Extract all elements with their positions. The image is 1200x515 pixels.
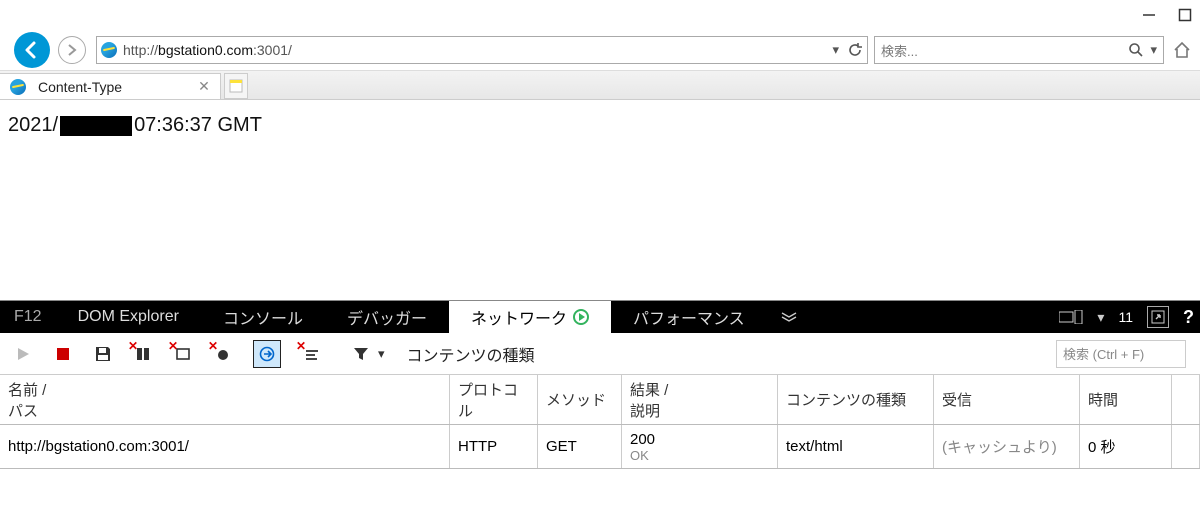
col-header-name[interactable]: 名前 / パス: [0, 375, 450, 424]
tab-network[interactable]: ネットワーク: [449, 301, 611, 333]
cell-rest: [1172, 425, 1200, 468]
emulation-icon[interactable]: [1059, 310, 1083, 324]
minimize-button[interactable]: [1142, 8, 1156, 22]
start-capture-button[interactable]: [14, 345, 32, 363]
col-header-result[interactable]: 結果 / 説明: [622, 375, 778, 424]
network-toolbar: ✕ ✕ ✕ ✕ ▾ コンテンツの種類 検索 (Ctrl + F): [0, 333, 1200, 375]
browser-tab[interactable]: Content-Type ✕: [0, 73, 221, 99]
new-tab-button[interactable]: [224, 73, 248, 99]
cell-result: 200 OK: [622, 425, 778, 468]
devtools-tabstrip: F12 DOM Explorer コンソール デバッガー ネットワーク パフォー…: [0, 301, 1200, 333]
url-port: :3001/: [253, 42, 292, 58]
search-icon[interactable]: [1128, 42, 1144, 58]
tab-network-label: ネットワーク: [471, 305, 567, 329]
col-header-protocol[interactable]: プロトコル: [450, 375, 538, 424]
stop-capture-button[interactable]: [54, 345, 72, 363]
refresh-icon[interactable]: [847, 42, 863, 58]
content-year: 2021: [8, 114, 53, 136]
help-button[interactable]: ?: [1183, 307, 1194, 328]
undock-icon[interactable]: [1147, 306, 1169, 328]
tab-bar: Content-Type ✕: [0, 70, 1200, 100]
search-dropdown-icon[interactable]: ▾: [1150, 42, 1157, 58]
tab-overflow[interactable]: [767, 301, 811, 333]
ie-icon: [10, 79, 26, 95]
search-box[interactable]: 検索... ▾: [874, 36, 1164, 64]
url-scheme: http://: [123, 42, 158, 58]
col-header-rest[interactable]: [1172, 375, 1200, 424]
tab-debugger[interactable]: デバッガー: [325, 301, 449, 333]
cell-protocol: HTTP: [450, 425, 538, 468]
always-refresh-button[interactable]: [254, 341, 280, 367]
cell-method: GET: [538, 425, 622, 468]
cell-time: 0 秒: [1080, 425, 1172, 468]
page-content: 2021/07:36:37 GMT: [0, 100, 1200, 151]
cell-name: http://bgstation0.com:3001/: [0, 425, 450, 468]
col-header-method[interactable]: メソッド: [538, 375, 622, 424]
save-icon[interactable]: [94, 345, 112, 363]
search-placeholder: 検索...: [881, 41, 918, 60]
maximize-button[interactable]: [1178, 8, 1192, 22]
back-button[interactable]: [14, 32, 50, 68]
tab-close-icon[interactable]: ✕: [198, 78, 210, 95]
tab-performance[interactable]: パフォーマンス: [611, 301, 767, 333]
home-icon[interactable]: [1170, 38, 1194, 62]
redacted-block: [60, 116, 132, 136]
devtools-panel: F12 DOM Explorer コンソール デバッガー ネットワーク パフォー…: [0, 300, 1200, 515]
clear-cache-button[interactable]: ✕: [134, 345, 152, 363]
devtools-search-placeholder: 検索 (Ctrl + F): [1063, 344, 1144, 363]
address-bar[interactable]: http://bgstation0.com:3001/ ▾: [96, 36, 868, 64]
ie-icon: [101, 42, 117, 58]
col-header-time[interactable]: 時間: [1080, 375, 1172, 424]
dropdown-icon[interactable]: ▾: [832, 42, 839, 58]
clear-entries-button[interactable]: ✕: [302, 345, 320, 363]
network-row[interactable]: http://bgstation0.com:3001/ HTTP GET 200…: [0, 425, 1200, 469]
col-header-received[interactable]: 受信: [934, 375, 1080, 424]
window-titlebar: [0, 0, 1200, 30]
content-types-label[interactable]: コンテンツの種類: [407, 342, 535, 366]
col-header-content-type[interactable]: コンテンツの種類: [778, 375, 934, 424]
address-text: http://bgstation0.com:3001/: [123, 42, 292, 58]
browser-toolbar: http://bgstation0.com:3001/ ▾ 検索... ▾: [0, 30, 1200, 70]
network-grid-header: 名前 / パス プロトコル メソッド 結果 / 説明 コンテンツの種類 受信 時…: [0, 375, 1200, 425]
devtools-f12-label: F12: [0, 301, 56, 333]
clear-session-button[interactable]: ✕: [174, 345, 192, 363]
devtools-search-input[interactable]: 検索 (Ctrl + F): [1056, 340, 1186, 368]
tab-title: Content-Type: [38, 79, 122, 95]
clear-cookies-button[interactable]: ✕: [214, 345, 232, 363]
filter-icon[interactable]: [352, 345, 370, 363]
content-time: 07:36:37 GMT: [134, 114, 262, 136]
tab-dom-explorer[interactable]: DOM Explorer: [56, 301, 201, 333]
error-count[interactable]: 11: [1118, 309, 1133, 325]
tab-console[interactable]: コンソール: [201, 301, 325, 333]
forward-button[interactable]: [58, 36, 86, 64]
cell-content-type: text/html: [778, 425, 934, 468]
tab-performance-label: パフォーマンス: [633, 305, 745, 329]
record-indicator-icon: [573, 309, 589, 325]
url-host: bgstation0.com: [158, 42, 253, 58]
cell-received: (キャッシュより): [934, 425, 1080, 468]
